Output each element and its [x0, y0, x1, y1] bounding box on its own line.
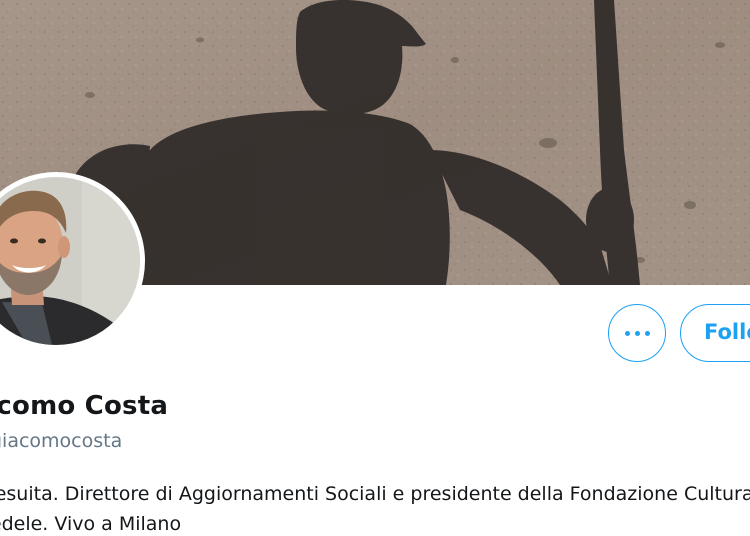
profile-page: Follow Giacomo Costa @giacomocosta Gesui…	[0, 0, 750, 536]
bio-line: Fedele. Vivo a Milano	[0, 513, 182, 535]
profile-handle: @giacomocosta	[0, 430, 123, 452]
follow-button[interactable]: Follow	[680, 304, 750, 362]
profile-bio: Gesuita. Direttore di Aggiornamenti Soci…	[0, 479, 750, 536]
avatar-photo	[0, 177, 140, 345]
bio-line: Gesuita. Direttore di Aggiornamenti Soci…	[0, 483, 750, 505]
more-options-button[interactable]	[608, 304, 666, 362]
profile-display-name: Giacomo Costa	[0, 391, 169, 421]
more-dots-icon	[624, 330, 650, 336]
